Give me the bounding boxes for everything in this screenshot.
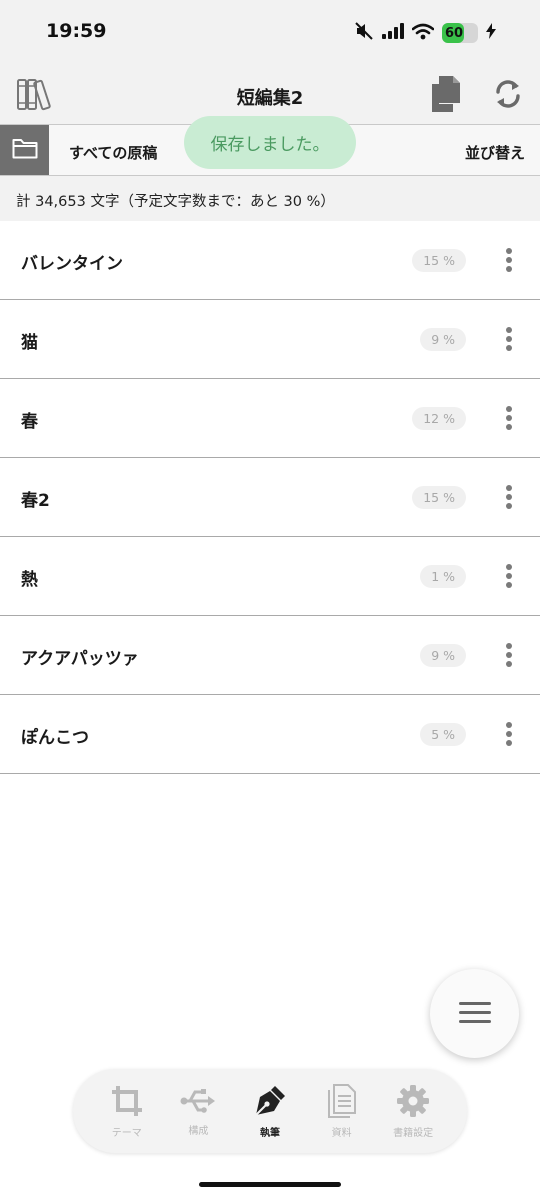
more-vertical-icon-dot <box>506 573 512 579</box>
more-vertical-icon <box>506 406 512 412</box>
battery-indicator: 60 <box>442 23 478 43</box>
more-vertical-icon-dot <box>506 503 512 509</box>
sync-icon <box>493 78 523 114</box>
document-title: バレンタイン <box>21 254 123 274</box>
more-vertical-icon <box>506 327 512 333</box>
more-vertical-icon-dot <box>506 731 512 737</box>
status-bar: 19:59 60 <box>0 0 540 62</box>
copy-document-icon <box>429 75 463 117</box>
folder-icon <box>12 137 38 163</box>
status-icons: 60 <box>354 22 496 44</box>
tab-gear[interactable]: 書籍設定 <box>378 1084 448 1139</box>
hamburger-menu-icon <box>458 1000 491 1028</box>
progress-badge: 15 % <box>412 249 466 272</box>
charging-icon <box>486 23 496 43</box>
document-row[interactable]: 猫 9 % <box>0 300 540 379</box>
more-vertical-icon-dot <box>506 740 512 746</box>
signal-icon <box>382 23 404 43</box>
progress-badge: 9 % <box>420 644 466 667</box>
more-vertical-icon <box>506 485 512 491</box>
gear-icon <box>396 1084 430 1122</box>
more-vertical-icon-dot <box>506 336 512 342</box>
more-vertical-icon-dot <box>506 652 512 658</box>
more-options-button[interactable] <box>498 640 520 670</box>
more-options-button[interactable] <box>498 482 520 512</box>
document-row[interactable]: ぽんこつ 5 % <box>0 695 540 774</box>
battery-level: 60 <box>445 25 464 41</box>
tab-pen-nib[interactable]: 執筆 <box>235 1084 305 1139</box>
menu-fab-button[interactable] <box>430 969 519 1058</box>
more-vertical-icon-dot <box>506 415 512 421</box>
tab-label: 書籍設定 <box>393 1127 434 1139</box>
document-list: バレンタイン 15 % 猫 9 % 春 12 % 春2 15 % 熱 1 % アクアパッツァ 9 % ぽ… <box>0 221 540 774</box>
more-vertical-icon <box>506 722 512 728</box>
document-row[interactable]: アクアパッツァ 9 % <box>0 616 540 695</box>
progress-badge: 9 % <box>420 328 466 351</box>
progress-badge: 1 % <box>420 565 466 588</box>
more-vertical-icon-dot <box>506 345 512 351</box>
more-options-button[interactable] <box>498 324 520 354</box>
document-title: アクアパッツァ <box>21 649 139 669</box>
crop-icon <box>110 1084 144 1122</box>
document-title: 熱 <box>21 570 38 590</box>
bottom-tab-bar: テーマ 構成 執筆 資料 書籍設定 <box>73 1069 467 1153</box>
document-row[interactable]: 春2 15 % <box>0 458 540 537</box>
wifi-icon <box>411 23 435 44</box>
progress-badge: 5 % <box>420 723 466 746</box>
more-vertical-icon-dot <box>506 266 512 272</box>
more-options-button[interactable] <box>498 561 520 591</box>
document-icon <box>327 1083 357 1122</box>
progress-badge: 12 % <box>412 407 466 430</box>
all-drafts-filter[interactable]: すべての原稿 <box>69 142 157 163</box>
progress-badge: 15 % <box>412 486 466 509</box>
more-vertical-icon-dot <box>506 661 512 667</box>
more-vertical-icon-dot <box>506 494 512 500</box>
document-row[interactable]: 春 12 % <box>0 379 540 458</box>
more-vertical-icon <box>506 643 512 649</box>
more-vertical-icon-dot <box>506 582 512 588</box>
document-title: 猫 <box>21 333 38 353</box>
more-options-button[interactable] <box>498 719 520 749</box>
more-vertical-icon <box>506 564 512 570</box>
tab-label: 構成 <box>188 1125 209 1137</box>
tab-usb[interactable]: 構成 <box>163 1086 233 1137</box>
mute-icon <box>354 22 374 44</box>
document-row[interactable]: 熱 1 % <box>0 537 540 616</box>
document-row[interactable]: バレンタイン 15 % <box>0 221 540 300</box>
tab-label: テーマ <box>111 1127 142 1139</box>
document-title: ぽんこつ <box>21 728 89 748</box>
more-vertical-icon-dot <box>506 424 512 430</box>
sync-button[interactable] <box>488 76 528 116</box>
document-title: 春 <box>21 412 38 432</box>
character-count-summary: 計 34,653 文字（予定文字数まで：あと 30 %） <box>0 176 540 221</box>
tab-document[interactable]: 資料 <box>307 1083 377 1139</box>
document-title: 春2 <box>21 491 50 511</box>
saved-toast: 保存しました。 <box>184 116 356 169</box>
tab-label: 執筆 <box>259 1127 280 1139</box>
more-options-button[interactable] <box>498 245 520 275</box>
folder-button[interactable] <box>0 125 49 175</box>
usb-icon <box>180 1086 216 1120</box>
status-time: 19:59 <box>46 20 107 42</box>
copy-button[interactable] <box>426 76 466 116</box>
home-indicator <box>199 1182 341 1187</box>
pen-nib-icon <box>253 1084 287 1122</box>
more-vertical-icon <box>506 248 512 254</box>
tab-crop[interactable]: テーマ <box>92 1084 162 1139</box>
more-options-button[interactable] <box>498 403 520 433</box>
more-vertical-icon-dot <box>506 257 512 263</box>
sort-button[interactable]: 並び替え <box>465 142 525 163</box>
tab-label: 資料 <box>331 1127 352 1139</box>
